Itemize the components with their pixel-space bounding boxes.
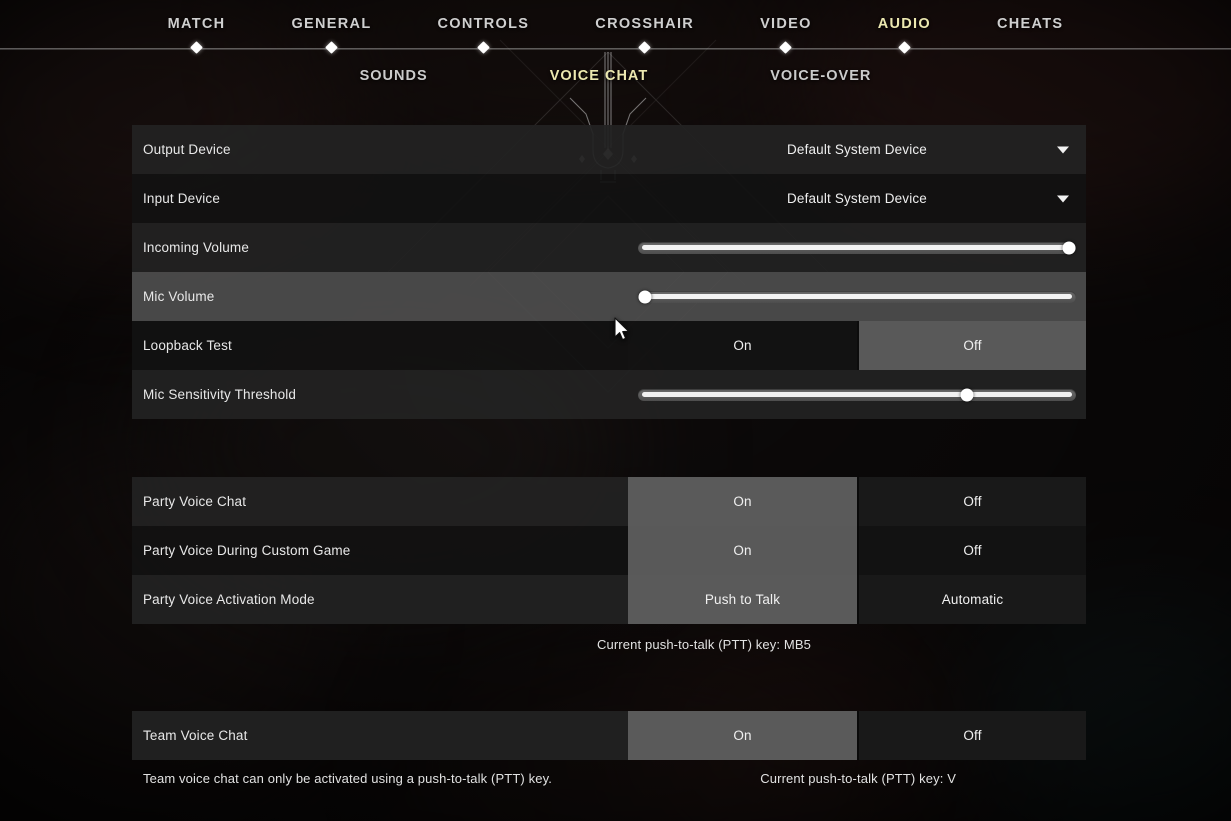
setting-label: Mic Sensitivity Threshold <box>143 387 297 402</box>
setting-label: Incoming Volume <box>143 240 249 255</box>
segment-option-on[interactable]: On <box>628 477 857 526</box>
settings-row[interactable]: Loopback Test On Off <box>132 321 1086 370</box>
device-dropdown[interactable]: Default System Device <box>628 174 1086 223</box>
setting-control: Push to Talk Automatic <box>628 575 1086 624</box>
setting-label: Output Device <box>143 142 231 157</box>
setting-label: Mic Volume <box>143 289 215 304</box>
segmented-toggle: On Off <box>628 477 1086 526</box>
subnav-tab-voice-chat[interactable]: VOICE CHAT <box>489 49 710 104</box>
segmented-toggle: Push to Talk Automatic <box>628 575 1086 624</box>
segment-option-off[interactable]: Off <box>857 477 1086 526</box>
chevron-down-icon <box>1057 146 1069 153</box>
segmented-toggle: On Off <box>628 526 1086 575</box>
setting-control: Default System Device <box>628 125 1086 174</box>
segment-option-on[interactable]: On <box>628 526 857 575</box>
party-ptt-note-row: Current push-to-talk (PTT) key: MB5 <box>132 631 1086 657</box>
audio-subnav: SOUNDS VOICE CHAT VOICE-OVER <box>0 49 1231 104</box>
setting-control <box>628 272 1086 321</box>
segmented-toggle: On Off <box>628 321 1086 370</box>
segment-option-off[interactable]: Off <box>857 526 1086 575</box>
setting-control: Default System Device <box>628 174 1086 223</box>
settings-group-party-voice: Party Voice Chat On Off Party Voice During … <box>132 477 1086 624</box>
setting-control: On Off <box>628 321 1086 370</box>
volume-slider[interactable] <box>628 223 1086 272</box>
subnav-tab-voice-over[interactable]: VOICE-OVER <box>709 49 932 104</box>
setting-label: Input Device <box>143 191 220 206</box>
settings-group-team-voice: Team Voice Chat On Off <box>132 711 1086 760</box>
slider-track[interactable] <box>638 388 1076 401</box>
primary-nav: MATCH GENERAL CONTROLS CROSSHAIR VIDEO AUDIO C… <box>0 0 1231 49</box>
slider-handle[interactable] <box>638 290 652 303</box>
setting-label: Loopback Test <box>143 338 232 353</box>
settings-row[interactable]: Team Voice Chat On Off <box>132 711 1086 760</box>
settings-row[interactable]: Mic Volume <box>132 272 1086 321</box>
settings-row[interactable]: Output Device Default System Device <box>132 125 1086 174</box>
device-dropdown[interactable]: Default System Device <box>628 125 1086 174</box>
dropdown-selected-value: Default System Device <box>787 142 927 157</box>
settings-row[interactable]: Input Device Default System Device <box>132 174 1086 223</box>
setting-label: Party Voice During Custom Game <box>143 543 351 558</box>
setting-label: Party Voice Activation Mode <box>143 592 315 607</box>
team-voice-info-note: Team voice chat can only be activated us… <box>143 770 553 786</box>
setting-label: Party Voice Chat <box>143 494 247 509</box>
setting-control <box>628 223 1086 272</box>
slider-handle[interactable] <box>960 388 974 401</box>
segment-option-off[interactable]: Off <box>857 321 1086 370</box>
nav-tab-cheats[interactable]: CHEATS <box>964 0 1096 49</box>
chevron-down-icon <box>1057 195 1069 202</box>
segment-option-on[interactable]: On <box>628 711 857 760</box>
settings-row[interactable]: Mic Sensitivity Threshold <box>132 370 1086 419</box>
segmented-toggle: On Off <box>628 711 1086 760</box>
subnav-tab-sounds[interactable]: SOUNDS <box>299 49 489 104</box>
settings-row[interactable]: Incoming Volume <box>132 223 1086 272</box>
setting-control: On Off <box>628 526 1086 575</box>
segment-option-automatic[interactable]: Automatic <box>857 575 1086 624</box>
settings-group-device: Output Device Default System Device Input … <box>132 125 1086 419</box>
setting-control: On Off <box>628 711 1086 760</box>
slider-track[interactable] <box>638 241 1076 254</box>
segment-option-off[interactable]: Off <box>857 711 1086 760</box>
segment-option-on[interactable]: On <box>628 321 857 370</box>
settings-screen: MATCH GENERAL CONTROLS CROSSHAIR VIDEO AUDIO C… <box>0 0 1231 821</box>
settings-row[interactable]: Party Voice Activation Mode Push to Talk A… <box>132 575 1086 624</box>
team-ptt-note: Current push-to-talk (PTT) key: V <box>760 770 956 786</box>
slider-handle[interactable] <box>1062 241 1076 254</box>
settings-row[interactable]: Party Voice During Custom Game On Off <box>132 526 1086 575</box>
dropdown-selected-value: Default System Device <box>787 191 927 206</box>
slider-fill <box>642 392 1072 397</box>
setting-control <box>628 370 1086 419</box>
party-ptt-note: Current push-to-talk (PTT) key: MB5 <box>596 636 812 652</box>
volume-slider[interactable] <box>628 370 1086 419</box>
setting-control: On Off <box>628 477 1086 526</box>
team-notes-row: Team voice chat can only be activated us… <box>132 765 1086 791</box>
volume-slider[interactable] <box>628 272 1086 321</box>
slider-fill <box>642 245 1072 250</box>
segment-option-push-to-talk[interactable]: Push to Talk <box>628 575 857 624</box>
slider-track[interactable] <box>638 290 1076 303</box>
settings-row[interactable]: Party Voice Chat On Off <box>132 477 1086 526</box>
slider-fill <box>642 294 1072 299</box>
setting-label: Team Voice Chat <box>143 728 248 743</box>
